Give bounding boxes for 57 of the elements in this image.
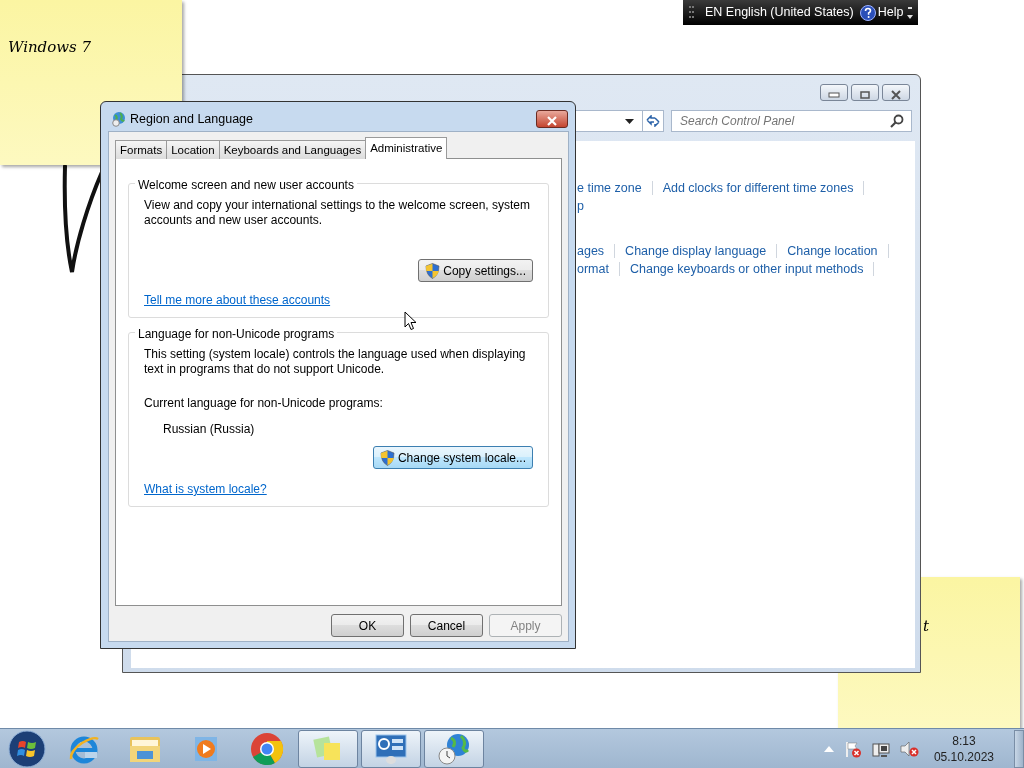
chrome-icon [250, 731, 284, 766]
dialog-button[interactable]: OK [331, 614, 404, 637]
dialog-title: Region and Language [130, 111, 254, 128]
description-text: View and copy your international settings to the welcome screen, system accounts and new user accounts. [144, 198, 531, 228]
note-text: Windows 7 [8, 37, 92, 58]
dialog-button[interactable]: Cancel [410, 614, 483, 637]
shield-icon [379, 449, 395, 466]
note-text: t [923, 616, 930, 637]
close-icon [890, 89, 902, 100]
tab[interactable]: Formats [115, 140, 168, 159]
task-link[interactable]: ormat [577, 259, 609, 279]
cursor-icon [404, 311, 417, 331]
close-button[interactable] [536, 110, 568, 128]
address-bar[interactable] [573, 110, 643, 132]
refresh-button[interactable] [642, 110, 664, 132]
search-field[interactable]: Search Control Panel [671, 110, 912, 132]
task-link[interactable]: p [577, 196, 584, 216]
control-panel-icon [374, 732, 408, 765]
tab[interactable]: Keyboards and Languages [218, 140, 367, 159]
locale-value: Russian (Russia) [163, 421, 256, 438]
dropdown-icon[interactable] [625, 118, 634, 124]
globe-icon [111, 111, 127, 128]
task-link[interactable]: Change location [787, 241, 878, 261]
clock[interactable]: 8:13 05.10.2023 [933, 732, 994, 765]
help-link[interactable]: What is system locale? [144, 480, 267, 498]
shield-button[interactable]: Copy settings... [418, 259, 533, 282]
taskbar-button[interactable] [424, 729, 484, 768]
maximize-icon [859, 89, 871, 100]
tab[interactable]: Administrative [365, 137, 448, 159]
task-link[interactable]: e time zone [577, 178, 642, 198]
task-link[interactable]: Change keyboards or other input methods [629, 259, 864, 279]
field-label: Current language for non-Unicode programs: [144, 395, 384, 412]
maximize-button[interactable] [851, 84, 879, 101]
clock-time: 8:13 [951, 732, 977, 749]
help-label: Help [877, 4, 904, 22]
flag-icon[interactable] [843, 739, 862, 758]
shield-icon [425, 262, 441, 279]
task-link[interactable]: ages [577, 241, 605, 261]
help-button[interactable]: Help [859, 3, 904, 22]
task-link[interactable]: Add clocks for different time zones [662, 178, 854, 198]
close-icon [546, 115, 558, 126]
language-button[interactable]: EN English (United States) [705, 3, 854, 22]
close-button[interactable] [882, 84, 910, 101]
taskbar-button[interactable] [298, 729, 358, 768]
help-link[interactable]: Tell me more about these accounts [144, 291, 331, 309]
clock-date: 05.10.2023 [933, 748, 994, 765]
globe-clock-icon [437, 731, 471, 766]
refresh-icon [646, 115, 660, 127]
task-link[interactable]: Change display language [625, 241, 767, 261]
shield-button[interactable]: Change system locale... [372, 446, 533, 469]
volume-icon[interactable] [899, 739, 920, 758]
minimize-icon [828, 91, 840, 98]
help-icon [859, 4, 876, 21]
minimize-button[interactable] [820, 84, 848, 101]
taskbar-button[interactable] [361, 729, 421, 768]
description-text: This setting (system locale) controls the language used when displaying text in programs that do not support Unicode. [144, 347, 527, 377]
tab[interactable]: Location [166, 140, 220, 159]
